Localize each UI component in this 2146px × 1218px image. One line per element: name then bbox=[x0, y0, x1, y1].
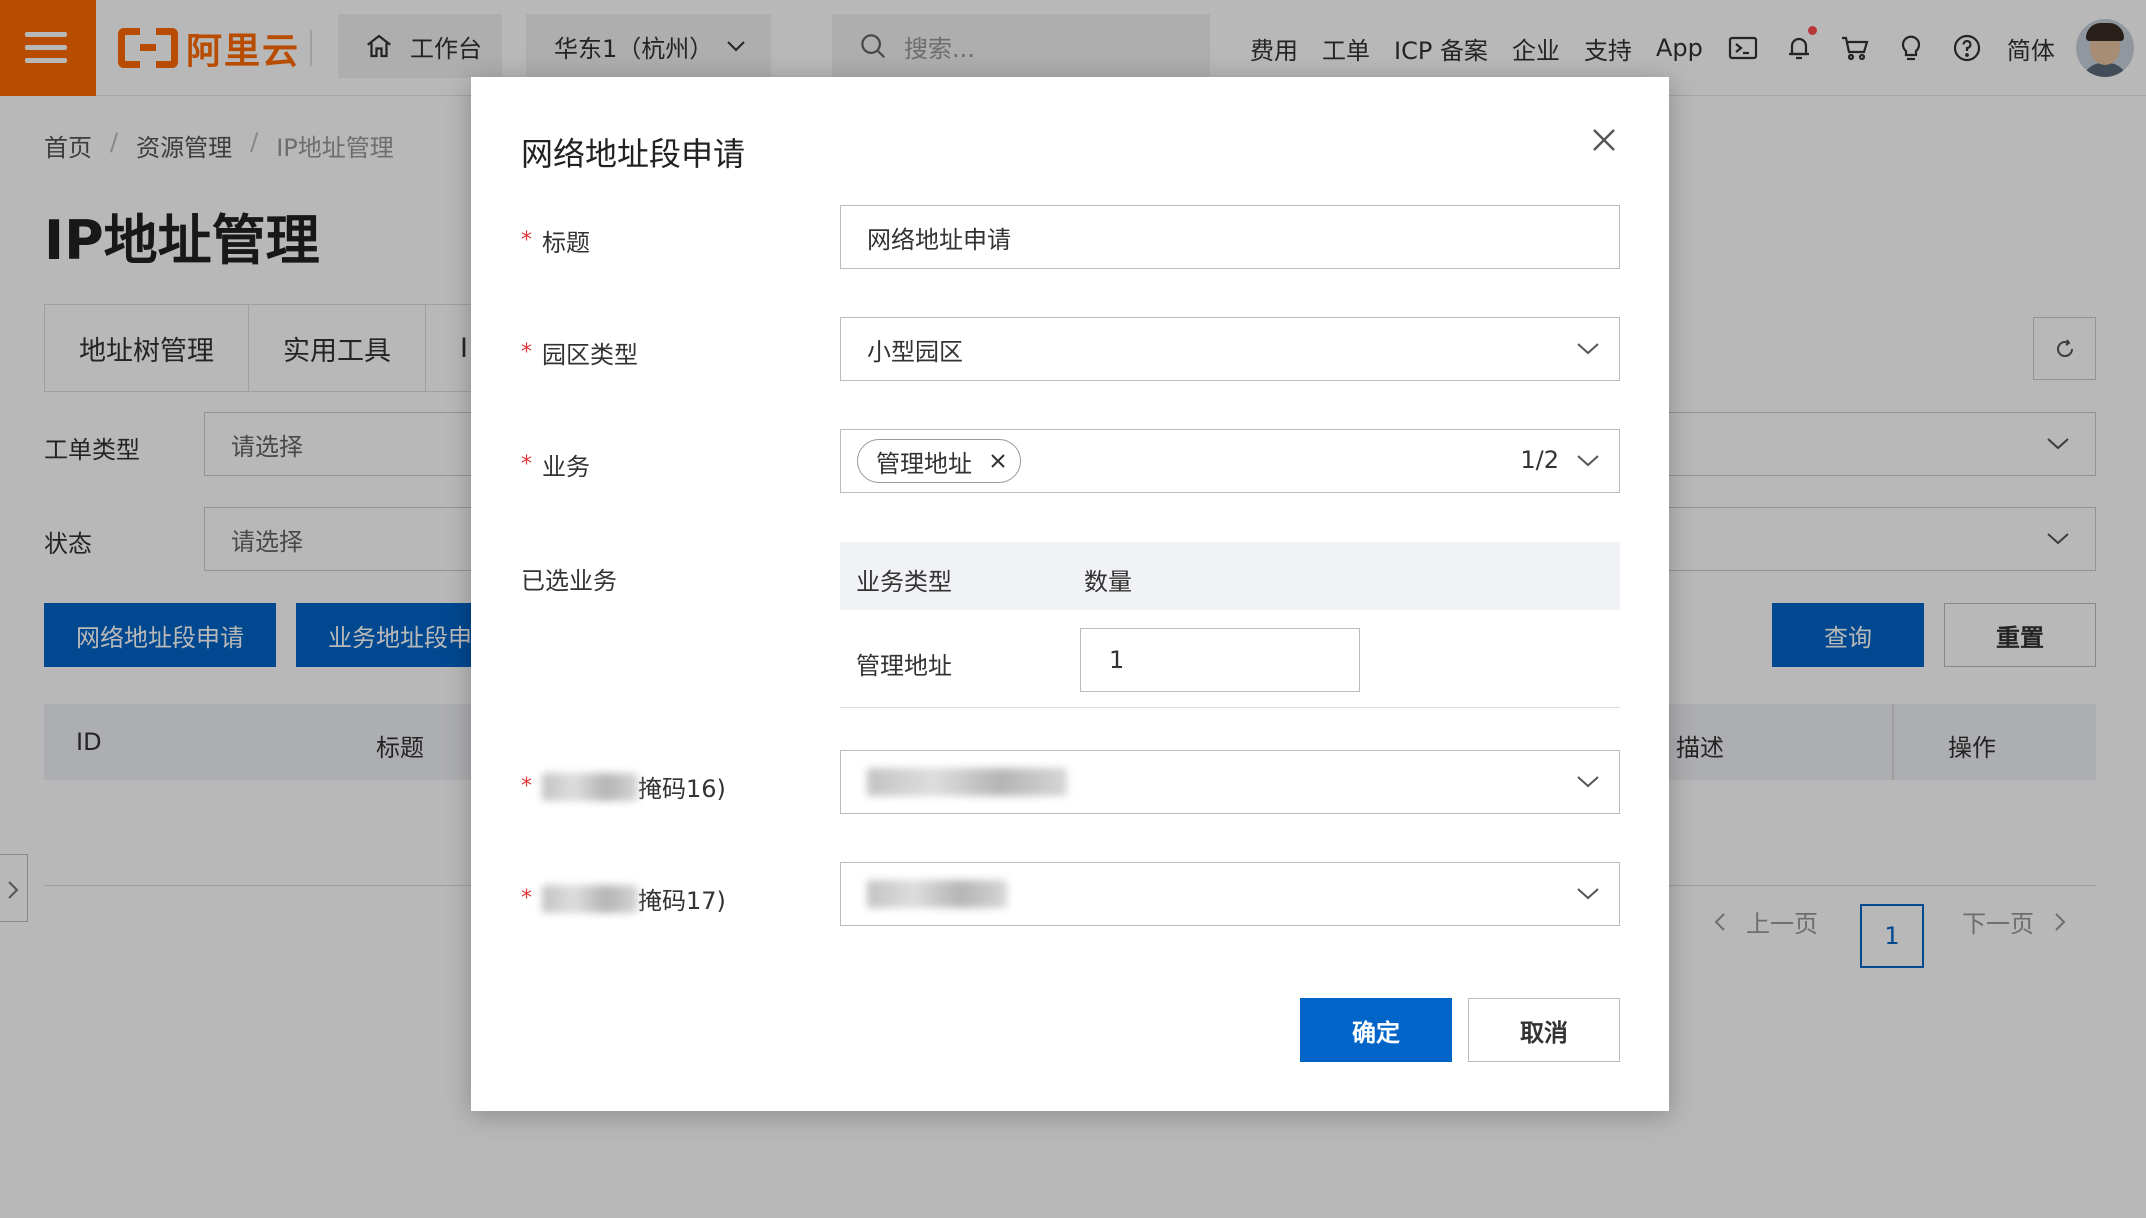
mask16-select[interactable] bbox=[840, 750, 1620, 814]
selected-business-table: 业务类型 数量 管理地址 1 bbox=[840, 542, 1620, 708]
park-type-select[interactable]: 小型园区 bbox=[840, 317, 1620, 381]
required-mark: * bbox=[521, 886, 532, 911]
chevron-down-icon bbox=[1577, 776, 1599, 788]
confirm-button[interactable]: 确定 bbox=[1300, 998, 1452, 1062]
park-type-value: 小型园区 bbox=[867, 337, 963, 366]
selected-table-header: 业务类型 数量 bbox=[840, 542, 1620, 610]
mask16-field-label: * 掩码16) bbox=[521, 772, 726, 803]
chevron-down-icon bbox=[1577, 455, 1599, 467]
mask17-field-label: * 掩码17) bbox=[521, 884, 726, 915]
redacted-text bbox=[542, 772, 638, 801]
required-mark: * bbox=[521, 774, 532, 799]
business-selected-counter: 1/2 bbox=[1520, 446, 1559, 474]
dialog-title: 网络地址段申请 bbox=[521, 135, 746, 173]
mask17-select[interactable] bbox=[840, 862, 1620, 926]
required-mark: * bbox=[521, 452, 532, 477]
required-mark: * bbox=[521, 340, 532, 365]
selected-business-label: 已选业务 bbox=[521, 567, 617, 595]
selected-row-name: 管理地址 bbox=[856, 652, 952, 680]
title-field-label: * 标题 bbox=[521, 228, 590, 257]
column-quantity: 数量 bbox=[1084, 568, 1132, 596]
business-tag-label: 管理地址 bbox=[876, 449, 972, 478]
business-multiselect[interactable]: 管理地址 1/2 bbox=[840, 429, 1620, 493]
column-business-type: 业务类型 bbox=[856, 568, 952, 596]
cancel-button[interactable]: 取消 bbox=[1468, 998, 1620, 1062]
close-icon[interactable] bbox=[1589, 125, 1619, 155]
tag-remove-icon[interactable] bbox=[990, 453, 1006, 469]
required-mark: * bbox=[521, 228, 532, 253]
redacted-value bbox=[867, 768, 1067, 796]
redacted-value bbox=[867, 880, 1007, 908]
title-input[interactable]: 网络地址申请 bbox=[840, 205, 1620, 269]
redacted-text bbox=[542, 884, 638, 913]
chevron-down-icon bbox=[1577, 343, 1599, 355]
chevron-down-icon bbox=[1577, 888, 1599, 900]
business-tag: 管理地址 bbox=[857, 439, 1021, 483]
quantity-value: 1 bbox=[1109, 646, 1125, 674]
park-type-label: * 园区类型 bbox=[521, 340, 638, 369]
business-label: * 业务 bbox=[521, 452, 590, 481]
title-input-value: 网络地址申请 bbox=[867, 225, 1011, 254]
quantity-input[interactable]: 1 bbox=[1080, 628, 1360, 692]
network-apply-dialog: 网络地址段申请 * 标题 网络地址申请 * 园区类型 小型园区 * 业务 管理地… bbox=[471, 77, 1669, 1111]
